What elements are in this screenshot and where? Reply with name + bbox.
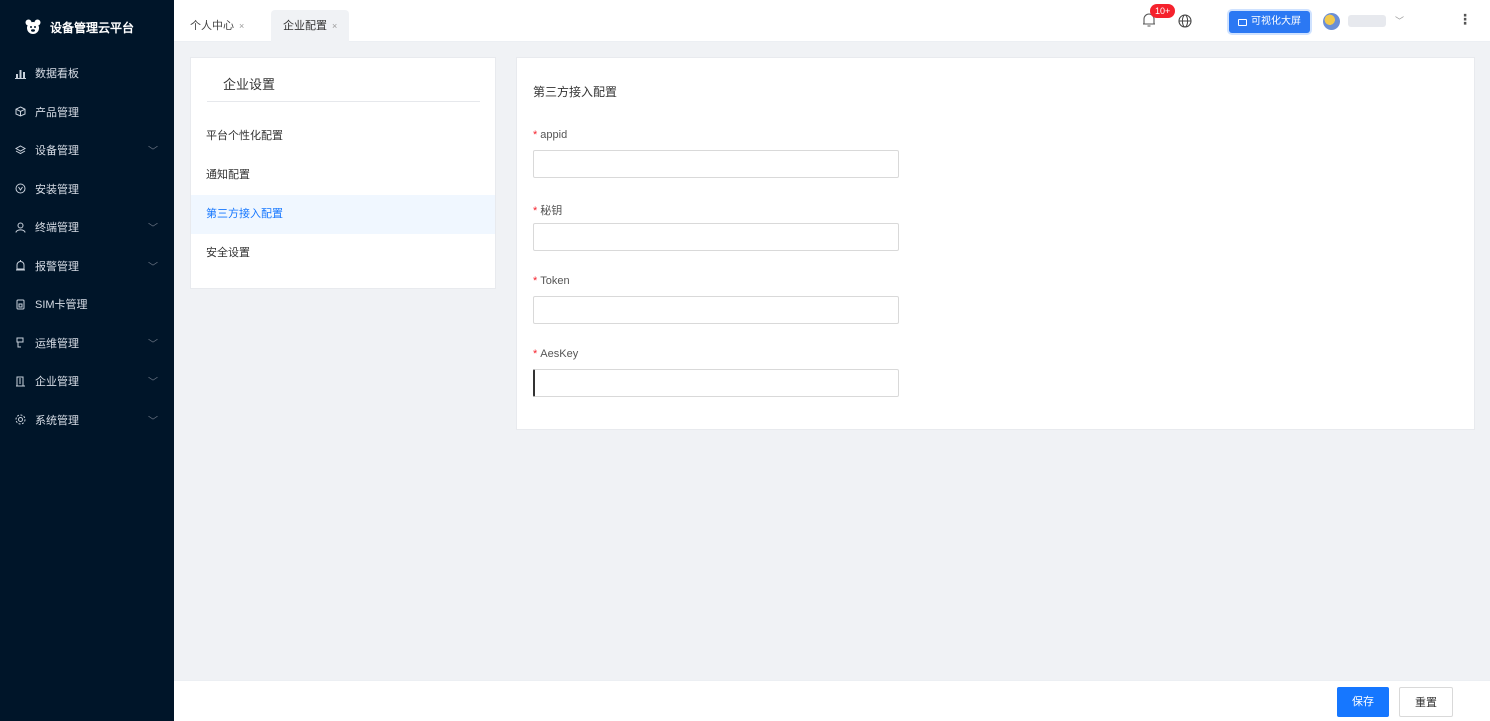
secret-label-text: 秘钥 — [540, 205, 563, 217]
settings-nav-item-security[interactable]: 安全设置 — [191, 234, 495, 273]
sidebar-item-label: 产品管理 — [35, 106, 79, 119]
sidebar-item-label: 设备管理 — [35, 145, 79, 158]
settings-nav-item-label: 通知配置 — [206, 169, 250, 181]
sidebar-item-sim[interactable]: SIM卡管理 — [0, 285, 174, 324]
username-blurred[interactable] — [1348, 15, 1386, 27]
third-party-config-form: 第三方接入配置 * appid * 秘钥 * Token * AesKey — [516, 57, 1475, 430]
chevron-down-icon: ﹀ — [148, 377, 158, 389]
close-icon[interactable]: × — [239, 21, 244, 31]
sidebar-item-alarms[interactable]: 报警管理 ﹀ — [0, 247, 174, 286]
avatar[interactable] — [1323, 13, 1340, 30]
settings-nav-item-label: 平台个性化配置 — [206, 130, 283, 142]
secret-input[interactable] — [533, 223, 899, 251]
sidebar-item-dashboard[interactable]: 数据看板 — [0, 54, 174, 93]
settings-nav-item-third-party[interactable]: 第三方接入配置 — [191, 195, 495, 234]
aeskey-label-text: AesKey — [540, 348, 579, 360]
secret-label: * 秘钥 — [533, 202, 562, 218]
tab-enterprise-config[interactable]: 企业配置 × — [271, 10, 350, 42]
alarm-icon — [14, 260, 26, 272]
bar-chart-icon — [14, 67, 26, 79]
form-title: 第三方接入配置 — [533, 85, 618, 99]
sidebar-item-label: 安装管理 — [35, 183, 79, 196]
aeskey-input[interactable] — [533, 369, 899, 397]
sidebar-item-products[interactable]: 产品管理 — [0, 93, 174, 132]
layers-icon — [14, 144, 26, 156]
sidebar-item-label: 报警管理 — [35, 260, 79, 273]
notification-badge: 10+ — [1150, 4, 1176, 18]
required-mark: * — [533, 275, 538, 287]
token-label-text: Token — [540, 275, 570, 287]
box-icon — [14, 106, 26, 118]
appid-label-text: appid — [540, 129, 568, 141]
save-button[interactable]: 保存 — [1337, 687, 1389, 717]
app-title: 设备管理云平台 — [50, 20, 135, 35]
settings-nav-item-notification[interactable]: 通知配置 — [191, 156, 495, 195]
token-label: * Token — [533, 275, 570, 287]
chevron-down-icon: ﹀ — [148, 223, 158, 235]
sidebar-item-label: 系统管理 — [35, 414, 79, 427]
divider — [207, 101, 480, 102]
user-icon — [14, 221, 26, 233]
tab-label: 个人中心 — [190, 20, 234, 32]
tool-icon — [14, 183, 26, 195]
visualization-button-label: 可视化大屏 — [1251, 16, 1301, 27]
globe-icon[interactable] — [1178, 14, 1192, 28]
form-footer: 保存 重置 — [174, 680, 1490, 721]
sidebar-item-label: 企业管理 — [35, 376, 79, 389]
sim-card-icon — [14, 298, 26, 310]
token-input[interactable] — [533, 296, 899, 324]
sidebar-item-label: 终端管理 — [35, 222, 79, 235]
required-mark: * — [533, 205, 538, 217]
settings-icon — [14, 414, 26, 426]
settings-nav-item-personalization[interactable]: 平台个性化配置 — [191, 117, 495, 156]
maintenance-icon — [14, 337, 26, 349]
settings-nav-card: 企业设置 平台个性化配置 通知配置 第三方接入配置 安全设置 — [190, 57, 496, 289]
chevron-down-icon: ﹀ — [148, 262, 158, 274]
app-logo[interactable]: 设备管理云平台 — [0, 0, 174, 54]
tab-personal-center[interactable]: 个人中心 × — [178, 10, 256, 42]
required-mark: * — [533, 348, 538, 360]
tab-label: 企业配置 — [283, 20, 327, 32]
sidebar-item-devices[interactable]: 设备管理 ﹀ — [0, 131, 174, 170]
settings-nav-item-label: 安全设置 — [206, 247, 250, 259]
settings-nav-title: 企业设置 — [223, 77, 276, 92]
building-icon — [14, 375, 26, 387]
chevron-down-icon: ﹀ — [148, 146, 158, 158]
logo-icon — [24, 18, 42, 36]
settings-nav-item-label: 第三方接入配置 — [206, 208, 283, 220]
aeskey-label: * AesKey — [533, 348, 578, 360]
sidebar-item-label: 数据看板 — [35, 68, 79, 81]
appid-label: * appid — [533, 129, 567, 141]
chevron-down-icon[interactable]: ﹀ — [1395, 14, 1404, 27]
top-header: 个人中心 × 企业配置 × 10+ 可视化大屏 ﹀ ⋮ — [174, 0, 1490, 42]
chevron-down-icon: ﹀ — [148, 416, 158, 428]
sidebar: 设备管理云平台 数据看板 产品管理 设备管理 ﹀ 安装管理 终端管理 ﹀ 报警管… — [0, 0, 174, 721]
screen-icon — [1238, 18, 1247, 26]
sidebar-item-label: 运维管理 — [35, 337, 79, 350]
sidebar-item-terminals[interactable]: 终端管理 ﹀ — [0, 208, 174, 247]
sidebar-item-installation[interactable]: 安装管理 — [0, 170, 174, 209]
chevron-down-icon: ﹀ — [148, 339, 158, 351]
sidebar-item-maintenance[interactable]: 运维管理 ﹀ — [0, 324, 174, 363]
visualization-screen-button[interactable]: 可视化大屏 — [1229, 11, 1310, 33]
required-mark: * — [533, 129, 538, 141]
appid-input[interactable] — [533, 150, 899, 178]
close-icon[interactable]: × — [332, 21, 337, 31]
reset-button[interactable]: 重置 — [1399, 687, 1453, 717]
sidebar-item-enterprise[interactable]: 企业管理 ﹀ — [0, 362, 174, 401]
sidebar-item-label: SIM卡管理 — [35, 299, 88, 312]
sidebar-item-system[interactable]: 系统管理 ﹀ — [0, 401, 174, 440]
more-vertical-icon[interactable]: ⋮ — [1458, 11, 1472, 27]
